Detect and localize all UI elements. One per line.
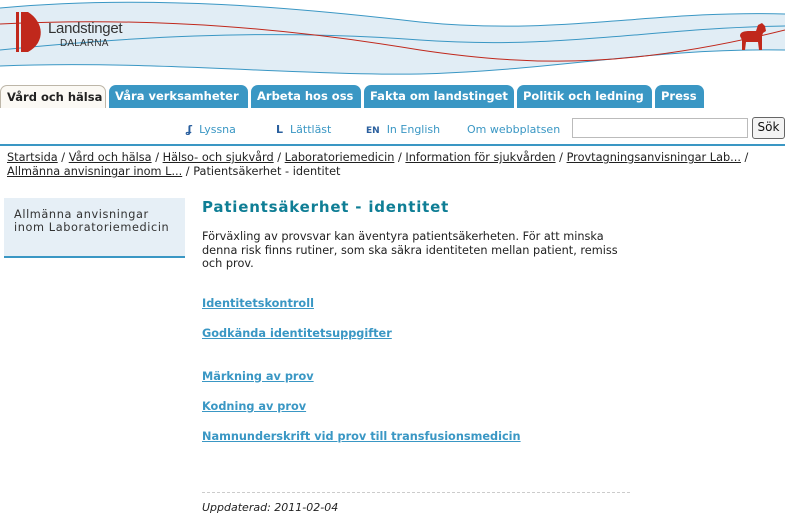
breadcrumb-link[interactable]: Information för sjukvården (405, 151, 555, 164)
link-identitetskontroll[interactable]: Identitetskontroll (202, 297, 632, 310)
breadcrumb-link[interactable]: Provtagningsanvisningar Lab... (567, 151, 741, 164)
dala-horse-icon (740, 23, 766, 50)
english-link[interactable]: EN In English (366, 123, 440, 136)
easy-read-link[interactable]: L Lättläst (276, 123, 331, 136)
tab-arbeta-hos-oss[interactable]: Arbeta hos oss (251, 85, 361, 108)
easy-read-label: Lättläst (290, 123, 332, 136)
brand-sub: DALARNA (60, 38, 109, 49)
footer-divider (202, 492, 630, 493)
tab-politik-och-ledning[interactable]: Politik och ledning (517, 85, 652, 108)
site-banner: Landstinget DALARNA (0, 0, 785, 84)
tab-press[interactable]: Press (655, 85, 704, 108)
tab-fakta-om-landstinget[interactable]: Fakta om landstinget (364, 85, 514, 108)
tab-vard-och-halsa[interactable]: Vård och hälsa (0, 85, 106, 108)
breadcrumb-link[interactable]: Hälso- och sjukvård (163, 151, 274, 164)
breadcrumb-link[interactable]: Laboratoriemedicin (285, 151, 395, 164)
page-title: Patientsäkerhet - identitet (202, 198, 450, 216)
listen-label: Lyssna (199, 123, 236, 136)
easy-read-icon: L (276, 123, 284, 136)
link-kodning-av-prov[interactable]: Kodning av prov (202, 400, 632, 413)
updated-date: Uppdaterad: 2011-02-04 (202, 501, 339, 514)
breadcrumb: Startsida / Vård och hälsa / Hälso- och … (7, 151, 749, 178)
tab-vara-verksamheter[interactable]: Våra verksamheter (109, 85, 248, 108)
search-input[interactable] (572, 118, 748, 138)
intro-text: Förväxling av provsvar kan äventyra pati… (202, 230, 618, 270)
english-label: In English (386, 123, 441, 136)
main-nav-tabs: Vård och hälsa Våra verksamheter Arbeta … (0, 84, 785, 108)
listen-link[interactable]: ʆ Lyssna (186, 123, 236, 136)
ear-icon: ʆ (186, 123, 193, 136)
link-markning-av-prov[interactable]: Märkning av prov (202, 370, 632, 383)
logo-mark-icon (16, 12, 41, 52)
english-icon: EN (366, 126, 380, 136)
brand-name: Landstinget (48, 20, 123, 37)
breadcrumb-link[interactable]: Vård och hälsa (69, 151, 152, 164)
about-site-link[interactable]: Om webbplatsen (467, 123, 560, 136)
sidebar-item-allmanna-anvisningar[interactable]: Allmänna anvisningar inom Laboratoriemed… (4, 198, 185, 258)
search-button[interactable]: Sök (752, 117, 785, 139)
utility-toolbar: ʆ Lyssna L Lättläst EN In English Om webbpl… (0, 108, 785, 146)
main-content: Patientsäkerhet - identitet Förväxling a… (202, 198, 632, 443)
landstinget-logo[interactable]: Landstinget DALARNA (16, 12, 136, 52)
breadcrumb-current: Patientsäkerhet - identitet (193, 165, 341, 178)
breadcrumb-link[interactable]: Allmänna anvisningar inom L... (7, 165, 182, 178)
breadcrumb-link[interactable]: Startsida (7, 151, 58, 164)
link-namnunderskrift[interactable]: Namnunderskrift vid prov till transfusio… (202, 430, 632, 443)
link-godkanda-identitetsuppgifter[interactable]: Godkända identitetsuppgifter (202, 327, 632, 340)
